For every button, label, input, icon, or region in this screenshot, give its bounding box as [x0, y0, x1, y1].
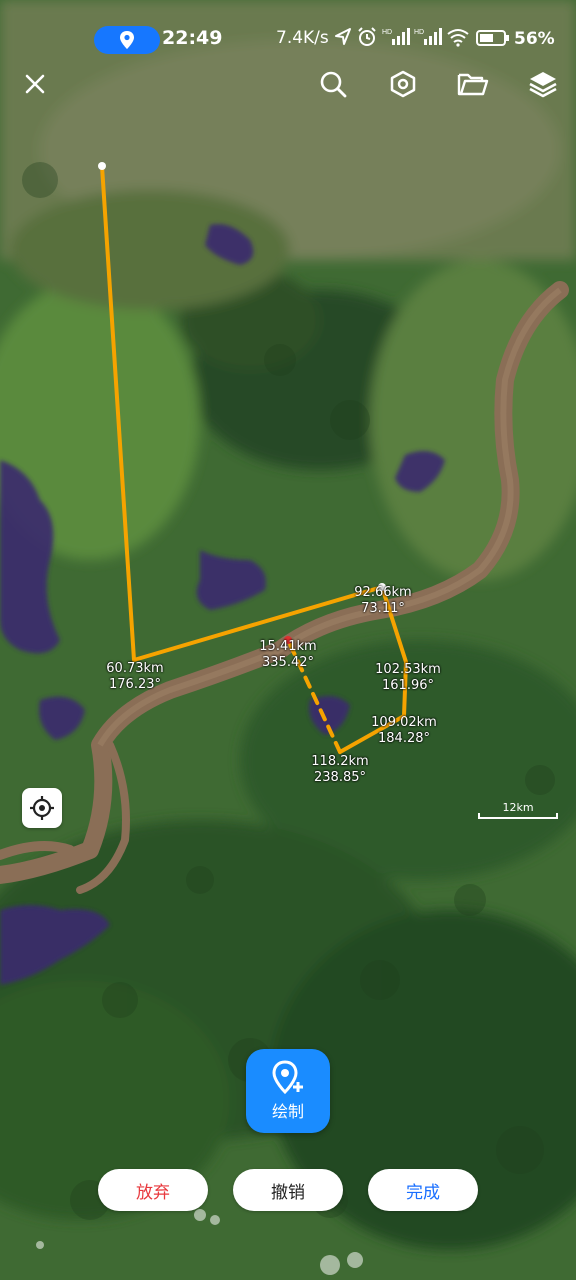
- route-start-point: [98, 162, 106, 170]
- svg-text:HD: HD: [382, 29, 392, 36]
- undo-button[interactable]: 撤销: [233, 1169, 343, 1211]
- crosshair-icon: [30, 796, 54, 820]
- segment-label-3: 15.41km 335.42°: [259, 639, 317, 670]
- svg-text:HD: HD: [414, 29, 424, 36]
- discard-button[interactable]: 放弃: [98, 1169, 208, 1211]
- navigation-arrow-icon: [335, 28, 351, 45]
- wifi-icon: [447, 29, 469, 47]
- location-pin-icon: [120, 31, 134, 49]
- alarm-icon: [358, 27, 376, 46]
- segment-label-5: 109.02km 184.28°: [371, 715, 437, 746]
- settings-button[interactable]: [383, 64, 423, 104]
- folder-button[interactable]: [453, 64, 493, 104]
- battery-percent: 56%: [514, 29, 555, 49]
- battery-icon: [476, 30, 509, 46]
- layers-button[interactable]: [523, 64, 563, 104]
- search-icon: [320, 71, 347, 98]
- status-time: 22:49: [162, 27, 223, 49]
- layers-icon: [529, 72, 557, 98]
- settings-icon: [390, 70, 416, 98]
- draw-button-label: 绘制: [271, 1102, 304, 1121]
- segment-label-1: 60.73km 176.23°: [106, 661, 164, 692]
- close-icon: [25, 74, 45, 94]
- folder-icon: [457, 73, 489, 96]
- draw-button[interactable]: 绘制: [246, 1049, 330, 1133]
- search-button[interactable]: [313, 64, 353, 104]
- done-button[interactable]: 完成: [368, 1169, 478, 1211]
- location-indicator[interactable]: [94, 26, 160, 54]
- locate-me-button[interactable]: [22, 788, 62, 828]
- segment-label-4: 102.53km 161.96°: [375, 662, 441, 693]
- add-location-icon: [272, 1060, 303, 1095]
- close-button[interactable]: [15, 64, 55, 104]
- network-speed: 7.4K/s: [276, 28, 329, 48]
- signal-hd-icon: HD: [382, 28, 410, 45]
- status-bar: 22:49 7.4K/s HD HD 56%: [0, 0, 576, 60]
- segment-label-6: 118.2km 238.85°: [311, 754, 369, 785]
- signal-hd-2-icon: HD: [414, 28, 442, 45]
- segment-label-2: 92.66km 73.11°: [354, 585, 412, 616]
- scale-bar: 12km: [478, 801, 558, 819]
